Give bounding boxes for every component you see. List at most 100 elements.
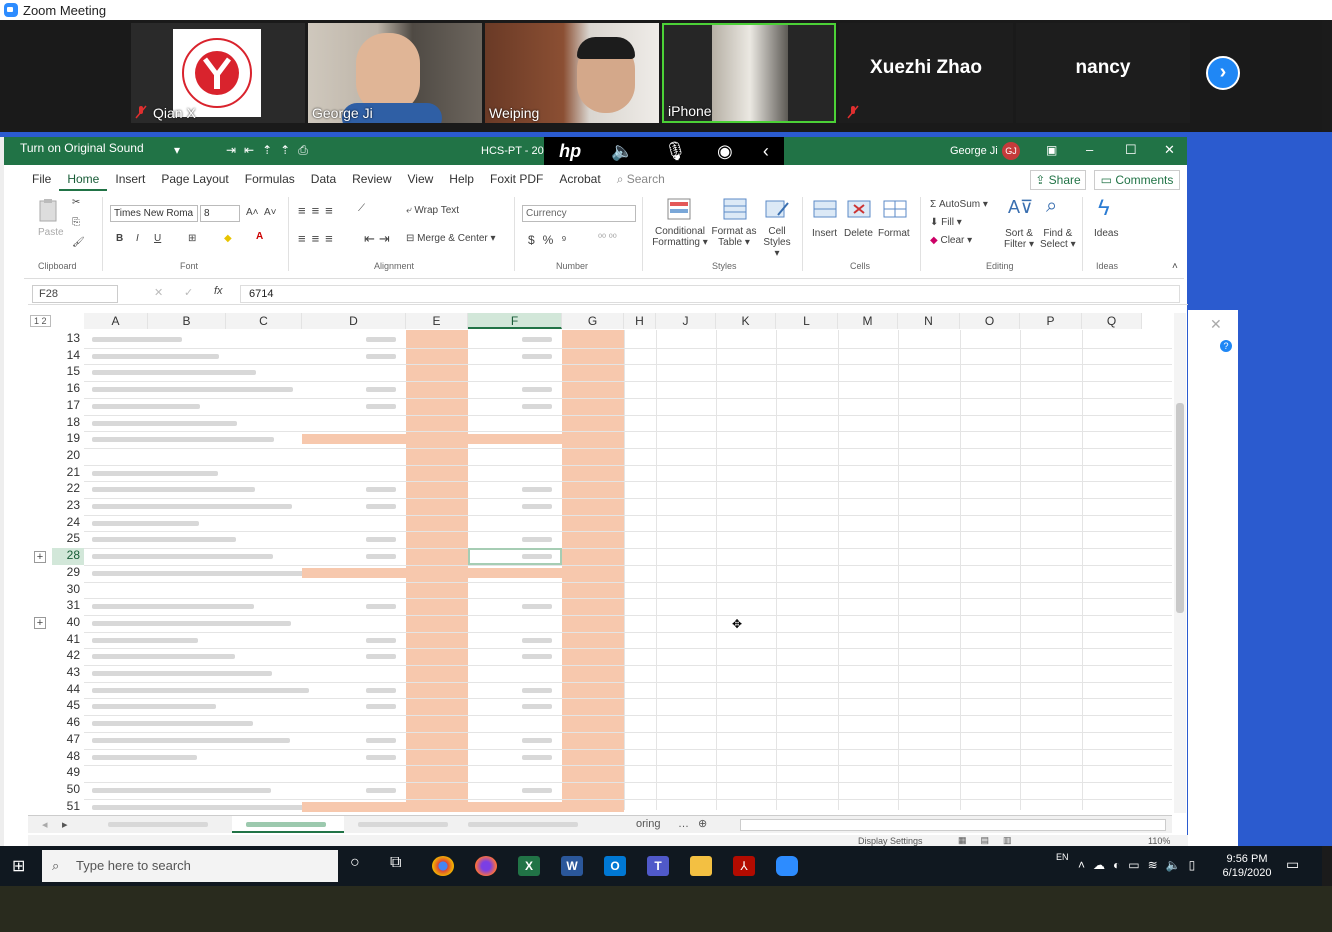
column-header-n[interactable]: N (898, 313, 960, 329)
sort-filter-icon[interactable]: A⊽ (1008, 197, 1033, 218)
row-header-29[interactable]: 29 (52, 565, 84, 582)
expand-group-button[interactable]: + (34, 551, 46, 563)
file-explorer-icon[interactable] (690, 856, 712, 876)
blurred-cell[interactable] (92, 403, 200, 409)
scroll-thumb[interactable] (1176, 403, 1184, 613)
row-header-42[interactable]: 42 (52, 648, 84, 665)
sheet-tab[interactable]: oring (636, 818, 660, 830)
decrease-font-icon[interactable]: A˅ (264, 207, 277, 218)
more-sheets-icon[interactable]: … (678, 818, 689, 830)
outlook-icon[interactable]: O (604, 856, 626, 876)
microphone-icon[interactable]: 🎙 (664, 141, 687, 162)
row-header-16[interactable]: 16 (52, 381, 84, 398)
horizontal-align-icons[interactable]: ≡≡≡ (298, 231, 339, 246)
taskbar-search[interactable]: ⌕ Type here to search (42, 850, 338, 882)
sort-filter-label[interactable]: Sort & Filter ▾ (1004, 228, 1034, 250)
cell-styles-icon[interactable] (764, 197, 790, 221)
original-sound-toggle[interactable]: Turn on Original Sound (20, 141, 144, 155)
display-settings[interactable]: Display Settings (858, 836, 923, 846)
blurred-cell[interactable] (92, 504, 292, 509)
column-header-q[interactable]: Q (1082, 313, 1142, 329)
row-header-46[interactable]: 46 (52, 715, 84, 732)
tab-insert[interactable]: Insert (107, 169, 153, 191)
column-header-l[interactable]: L (776, 313, 838, 329)
blurred-cell[interactable] (366, 504, 396, 509)
row-header-20[interactable]: 20 (52, 448, 84, 465)
row-header-50[interactable]: 50 (52, 782, 84, 799)
format-cells-label[interactable]: Format (878, 228, 910, 239)
column-header-a[interactable]: A (84, 313, 148, 329)
orientation-icon[interactable]: ⟋ (358, 203, 365, 214)
system-tray-icons[interactable]: ˄☁◐▭≋🔈▯ (1078, 858, 1203, 872)
enter-icon[interactable]: ✓ (184, 286, 193, 299)
delete-cells-icon[interactable] (846, 197, 872, 221)
indent-icons[interactable]: ⇤⇥ (364, 231, 394, 247)
number-format-icons[interactable]: $%⁹ (528, 233, 574, 247)
task-view-icon[interactable]: ⧉ (390, 854, 401, 872)
tab-foxit-pdf[interactable]: Foxit PDF (482, 169, 551, 191)
blurred-cell[interactable] (92, 437, 274, 443)
row-header-28[interactable]: 28 (52, 548, 84, 565)
blurred-cell[interactable] (92, 337, 182, 342)
language-indicator[interactable]: EN (1056, 852, 1069, 862)
collapse-icon[interactable]: ‹ (763, 141, 769, 162)
cortana-icon[interactable]: ○ (350, 854, 360, 872)
row-header-40[interactable]: 40 (52, 615, 84, 632)
sheet-tab-active[interactable] (232, 816, 344, 833)
acrobat-icon[interactable]: ⅄ (733, 856, 755, 876)
copy-icon[interactable]: ⎘ (72, 217, 80, 228)
blurred-cell[interactable] (92, 737, 290, 743)
column-header-h[interactable]: H (624, 313, 656, 329)
blurred-cell[interactable] (522, 403, 552, 409)
conditional-formatting-label[interactable]: Conditional Formatting ▾ (650, 226, 710, 248)
cell-styles-label[interactable]: Cell Styles ▾ (760, 226, 794, 259)
participant-tile-active-speaker[interactable]: iPhone (662, 23, 836, 123)
row-header-15[interactable]: 15 (52, 364, 84, 381)
find-select-label[interactable]: Find & Select ▾ (1040, 228, 1076, 250)
column-header-m[interactable]: M (838, 313, 898, 329)
zoom-app-icon[interactable] (776, 856, 798, 876)
blurred-cell[interactable] (92, 754, 197, 760)
blurred-cell[interactable] (366, 787, 396, 793)
blurred-cell[interactable] (366, 337, 396, 342)
chrome-icon[interactable] (432, 856, 454, 876)
blurred-cell[interactable] (92, 604, 254, 610)
selected-cell[interactable] (468, 548, 562, 565)
row-header-13[interactable]: 13 (52, 331, 84, 348)
column-header-b[interactable]: B (148, 313, 226, 329)
blurred-cell[interactable] (522, 704, 552, 710)
row-header-41[interactable]: 41 (52, 632, 84, 649)
blurred-cell[interactable] (522, 353, 552, 359)
blurred-cell[interactable] (522, 637, 552, 643)
blurred-cell[interactable] (366, 604, 396, 610)
insert-function-icon[interactable]: fx (214, 285, 223, 297)
row-header-49[interactable]: 49 (52, 765, 84, 782)
blurred-cell[interactable] (366, 554, 396, 560)
row-header-30[interactable]: 30 (52, 582, 84, 599)
tab-view[interactable]: View (400, 169, 442, 191)
add-sheet-icon[interactable]: ⊕ (698, 817, 707, 830)
column-header-k[interactable]: K (716, 313, 776, 329)
blurred-cell[interactable] (92, 470, 218, 476)
blurred-cell[interactable] (92, 704, 216, 710)
blurred-cell[interactable] (92, 487, 255, 493)
row-header-14[interactable]: 14 (52, 348, 84, 365)
row-header-22[interactable]: 22 (52, 481, 84, 498)
view-mode-icons[interactable]: ▦▤▥ (958, 835, 1026, 846)
comments-button[interactable]: ▭ Comments (1094, 170, 1180, 190)
zoom-level[interactable]: 110% (1148, 836, 1170, 846)
blurred-cell[interactable] (522, 754, 552, 760)
italic-button[interactable]: I (136, 233, 139, 244)
font-color-icon[interactable]: A (256, 231, 263, 242)
blurred-cell[interactable] (92, 554, 273, 560)
blurred-cell[interactable] (92, 620, 291, 626)
row-header-17[interactable]: 17 (52, 398, 84, 415)
row-header-51[interactable]: 51 (52, 799, 84, 813)
format-cells-icon[interactable] (882, 197, 908, 221)
row-header-45[interactable]: 45 (52, 698, 84, 715)
row-header-18[interactable]: 18 (52, 415, 84, 432)
cut-icon[interactable]: ✂ (72, 197, 80, 208)
vertical-align-icons[interactable]: ≡≡≡ (298, 203, 339, 218)
tab-file[interactable]: File (24, 169, 59, 191)
blurred-cell[interactable] (366, 754, 396, 760)
